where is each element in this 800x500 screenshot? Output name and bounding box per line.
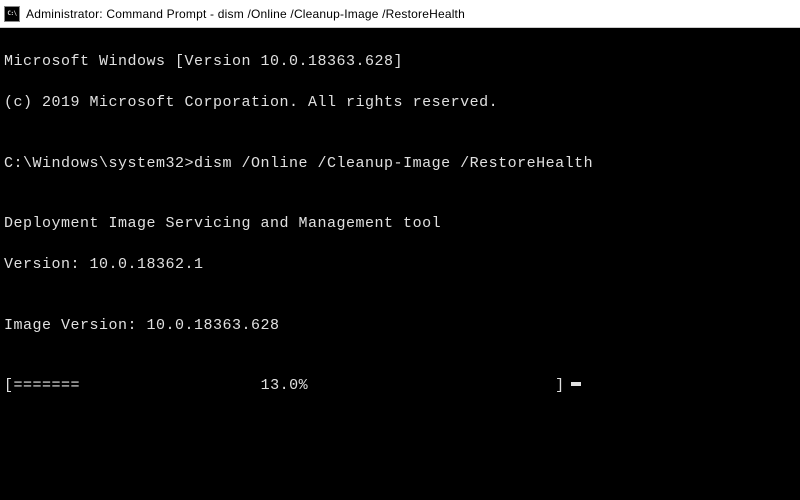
progress-open-bracket: [ (4, 376, 14, 396)
progress-gap (80, 376, 261, 396)
prompt-line: C:\Windows\system32>dism /Online /Cleanu… (4, 154, 796, 174)
progress-gap (308, 376, 555, 396)
window-title: Administrator: Command Prompt - dism /On… (26, 7, 465, 21)
image-version-line: Image Version: 10.0.18363.628 (4, 316, 796, 336)
cmd-icon (4, 6, 20, 22)
cursor-icon (571, 382, 581, 386)
progress-filled: ======= (14, 376, 81, 396)
command-text: dism /Online /Cleanup-Image /RestoreHeal… (194, 155, 593, 172)
tool-name-line: Deployment Image Servicing and Managemen… (4, 214, 796, 234)
tool-version-line: Version: 10.0.18362.1 (4, 255, 796, 275)
os-version-line: Microsoft Windows [Version 10.0.18363.62… (4, 52, 796, 72)
terminal-output[interactable]: Microsoft Windows [Version 10.0.18363.62… (0, 28, 800, 421)
copyright-line: (c) 2019 Microsoft Corporation. All righ… (4, 93, 796, 113)
window-titlebar[interactable]: Administrator: Command Prompt - dism /On… (0, 0, 800, 28)
progress-percent: 13.0% (261, 376, 309, 396)
progress-close-bracket: ] (555, 376, 565, 396)
prompt-path: C:\Windows\system32> (4, 155, 194, 172)
progress-bar: [======= 13.0% ] (4, 376, 796, 396)
